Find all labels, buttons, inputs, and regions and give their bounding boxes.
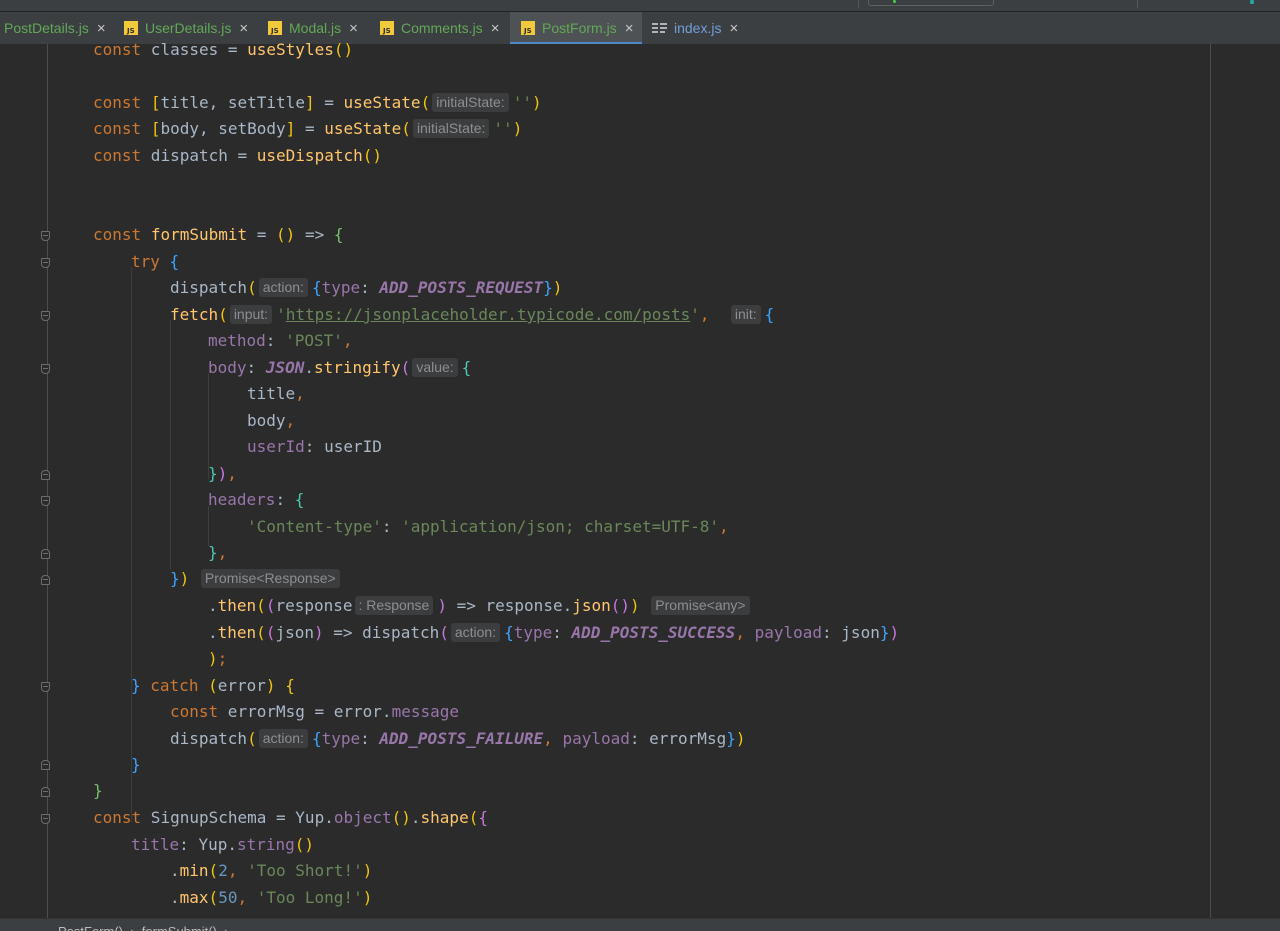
breadcrumb-bar: PostForm() › formSubmit() › … <box>0 918 1280 931</box>
fold-marker-icon[interactable] <box>41 760 50 770</box>
code-line-16[interactable]: userId: userID <box>247 434 382 460</box>
tab-label: PostDetails.js <box>4 20 89 36</box>
code-line-18[interactable]: headers: { <box>208 487 304 513</box>
close-tab-icon[interactable]: × <box>97 21 106 36</box>
fold-marker-icon[interactable] <box>41 549 50 559</box>
tab-label: Comments.js <box>401 20 483 36</box>
tab-label: UserDetails.js <box>145 20 232 36</box>
code-line-22[interactable]: .then((response: Response) => response.j… <box>208 593 754 619</box>
fold-marker-icon[interactable] <box>41 258 50 268</box>
code-line-14[interactable]: title, <box>247 381 305 407</box>
tab-postdetails[interactable]: PostDetails.js × <box>4 12 106 44</box>
indent-guide <box>131 267 132 822</box>
code-line-3[interactable]: const [title, setTitle] = useState(initi… <box>93 90 542 116</box>
code-line-30[interactable]: const SignupSchema = Yup.object().shape(… <box>93 805 488 831</box>
close-tab-icon[interactable]: × <box>491 21 500 36</box>
tab-label: PostForm.js <box>542 20 617 36</box>
fold-marker-icon[interactable] <box>41 364 50 374</box>
fold-marker-icon[interactable] <box>41 231 50 241</box>
fold-marker-icon[interactable] <box>41 814 50 824</box>
code-line-13[interactable]: body: JSON.stringify(value:{ <box>208 355 471 381</box>
code-line-11[interactable]: fetch(input:'https://jsonplaceholder.typ… <box>170 302 774 328</box>
code-line-25[interactable]: } catch (error) { <box>131 673 295 699</box>
code-line-33[interactable]: .max(50, 'Too Long!') <box>170 885 372 911</box>
js-file-icon: JS <box>521 21 535 35</box>
toolbar-divider <box>1137 0 1138 8</box>
indent-guide <box>170 320 171 570</box>
close-tab-icon[interactable]: × <box>349 21 358 36</box>
code-line-17[interactable]: }), <box>208 461 237 487</box>
window-toolbar-strip <box>0 0 1280 12</box>
status-indicator-icon <box>893 0 896 3</box>
right-margin-guide <box>1210 44 1211 918</box>
code-line-1[interactable]: const classes = useStyles() <box>93 37 353 63</box>
fold-marker-icon[interactable] <box>41 470 50 480</box>
code-line-23[interactable]: .then((json) => dispatch(action: {type: A… <box>208 620 899 646</box>
code-editor[interactable]: const classes = useStyles() const [title… <box>0 40 1280 918</box>
code-line-4[interactable]: const [body, setBody] = useState(initial… <box>93 116 522 142</box>
tab-index[interactable]: index.js × <box>652 12 738 44</box>
close-tab-icon[interactable]: × <box>729 21 738 36</box>
code-line-28[interactable]: } <box>131 752 141 778</box>
js-file-icon: JS <box>124 21 138 35</box>
close-tab-icon[interactable]: × <box>625 21 634 36</box>
toolbar-divider <box>858 0 859 8</box>
toolbar-action-icon[interactable] <box>1250 0 1254 4</box>
fold-marker-icon[interactable] <box>41 682 50 692</box>
code-line-29[interactable]: } <box>93 778 103 804</box>
code-line-26[interactable]: const errorMsg = error.message <box>170 699 459 725</box>
run-config-selector[interactable] <box>868 0 994 6</box>
close-tab-icon[interactable]: × <box>239 21 248 36</box>
code-line-27[interactable]: dispatch(action: {type: ADD_POSTS_FAILURE… <box>170 726 745 752</box>
code-line-20[interactable]: }, <box>208 540 227 566</box>
fold-marker-icon[interactable] <box>41 496 50 506</box>
code-line-24[interactable]: ); <box>208 646 227 672</box>
code-line-19[interactable]: 'Content-type': 'application/json; chars… <box>247 514 729 540</box>
tab-label: Modal.js <box>289 20 342 36</box>
tab-comments[interactable]: JS Comments.js × <box>380 12 499 44</box>
code-line-12[interactable]: method: 'POST', <box>208 328 353 354</box>
fold-marker-icon[interactable] <box>41 575 50 585</box>
js-file-icon: JS <box>268 21 282 35</box>
structure-list-icon <box>652 21 667 35</box>
code-line-10[interactable]: dispatch(action: {type: ADD_POSTS_REQUEST… <box>170 275 562 301</box>
tab-label: index.js <box>674 20 722 36</box>
code-line-32[interactable]: .min(2, 'Too Short!') <box>170 858 372 884</box>
code-line-5[interactable]: const dispatch = useDispatch() <box>93 143 382 169</box>
fold-marker-icon[interactable] <box>41 311 50 321</box>
code-line-8[interactable]: const formSubmit = () => { <box>93 222 343 248</box>
code-line-21[interactable]: }) Promise<Response> <box>170 566 344 592</box>
code-line-15[interactable]: body, <box>247 408 295 434</box>
code-line-9[interactable]: try { <box>131 249 179 275</box>
tab-postform[interactable]: JS PostForm.js × <box>510 12 642 45</box>
js-file-icon: JS <box>380 21 394 35</box>
fold-marker-icon[interactable] <box>41 787 50 797</box>
code-line-31[interactable]: title: Yup.string() <box>131 832 314 858</box>
